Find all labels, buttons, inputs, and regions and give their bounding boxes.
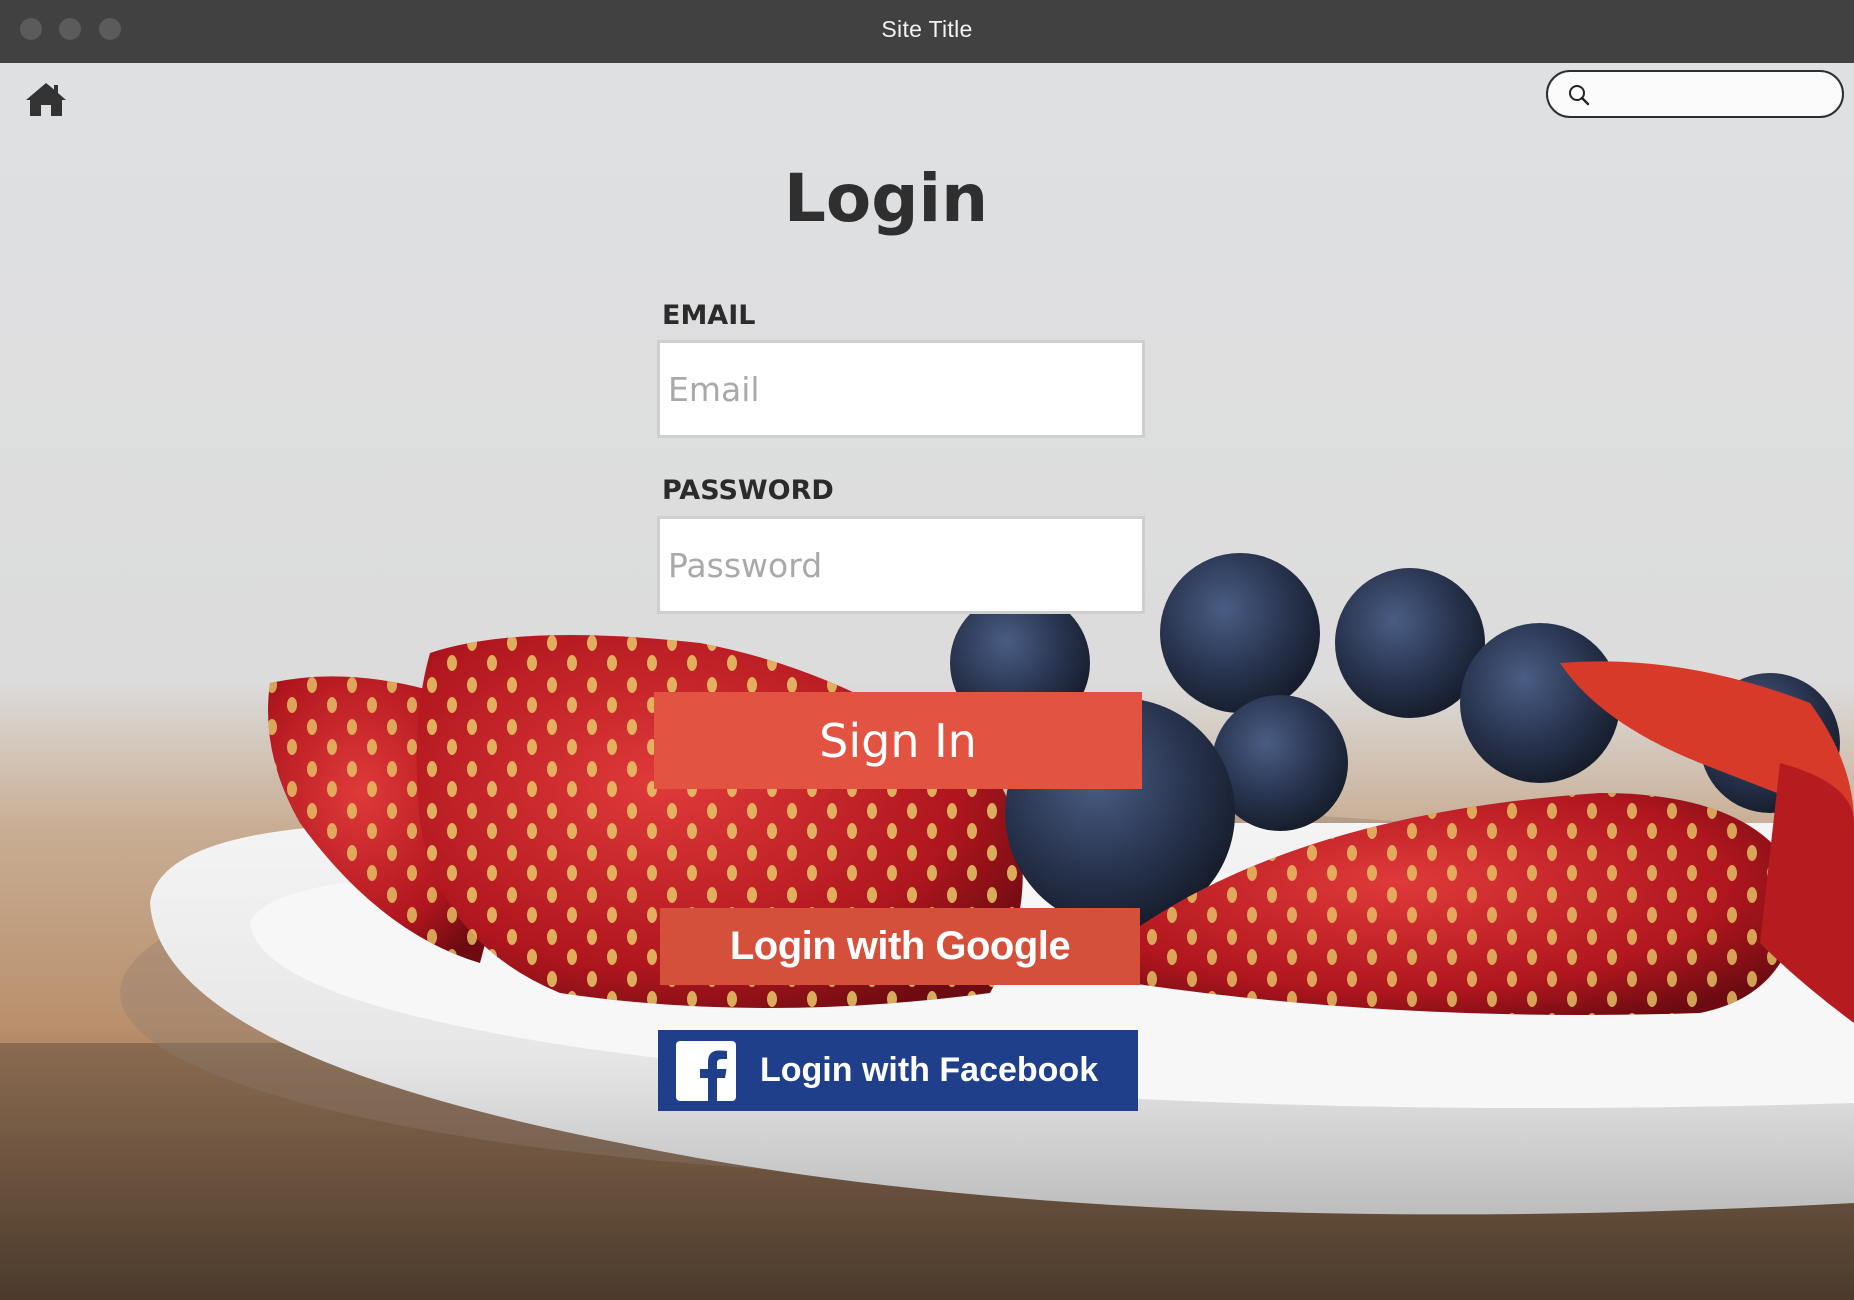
fruit-plate-illustration	[0, 553, 1854, 1300]
page-title: Login	[783, 160, 989, 237]
home-icon[interactable]	[24, 80, 68, 118]
login-with-google-button[interactable]: Login with Google	[660, 908, 1140, 985]
search-field[interactable]	[1546, 70, 1844, 118]
search-icon	[1568, 84, 1590, 106]
password-label: PASSWORD	[662, 475, 834, 506]
sign-in-button[interactable]: Sign In	[654, 692, 1142, 789]
browser-window: Site Title Login EMAIL Email PASSWORD Si…	[0, 0, 1854, 1300]
facebook-icon	[676, 1040, 736, 1101]
facebook-label: Login with Facebook	[760, 1051, 1099, 1089]
google-label: Login with Google	[729, 924, 1071, 968]
title-bar: Site Title	[0, 0, 1854, 63]
email-label: EMAIL	[662, 300, 756, 331]
password-field[interactable]	[657, 516, 1145, 614]
search-input[interactable]	[1600, 78, 1834, 112]
sign-in-label: Sign In	[819, 713, 977, 768]
window-title: Site Title	[881, 16, 973, 42]
background-photo	[0, 63, 1854, 1300]
email-field[interactable]	[657, 340, 1145, 438]
login-with-facebook-button[interactable]: Login with Facebook	[658, 1030, 1138, 1111]
